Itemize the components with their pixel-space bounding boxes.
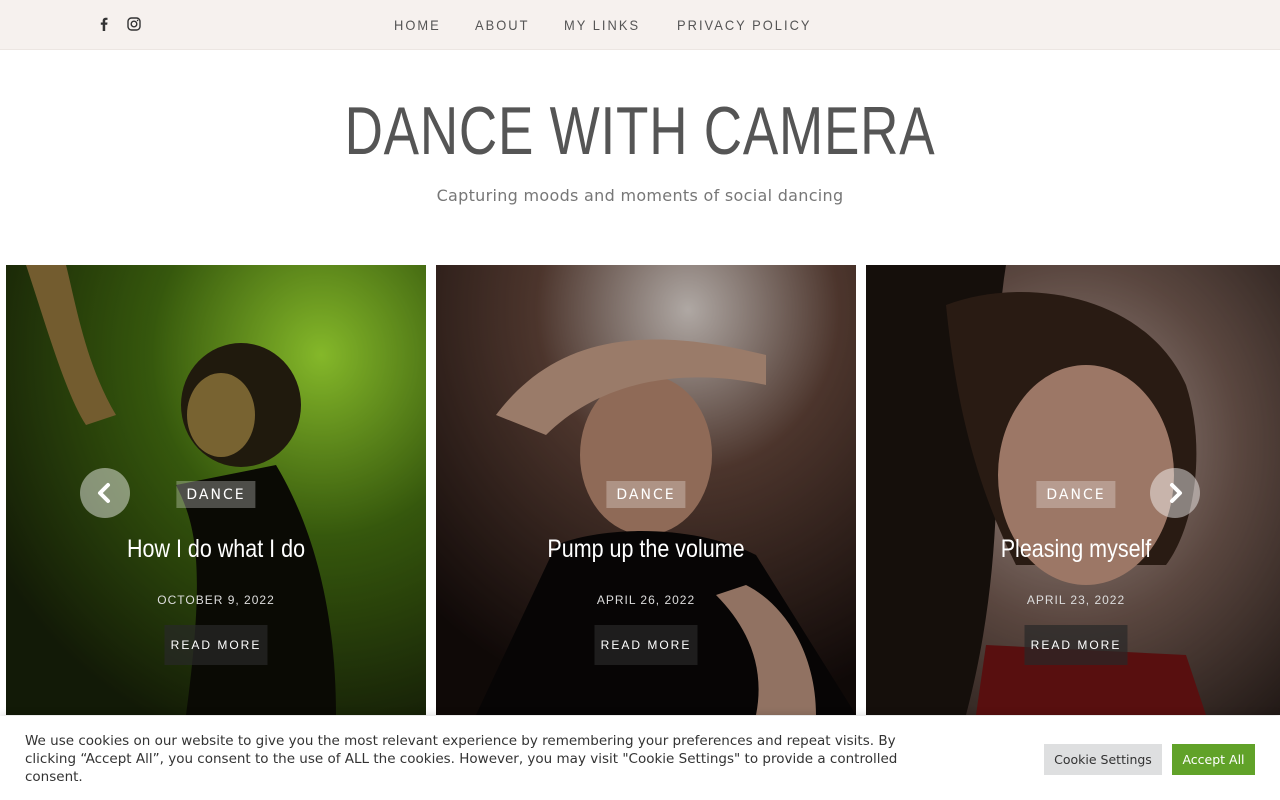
cookie-settings-button[interactable]: Cookie Settings [1044, 744, 1162, 775]
facebook-icon[interactable] [96, 16, 112, 32]
chevron-right-icon [1170, 483, 1182, 503]
cookie-consent-bar: We use cookies on our website to give yo… [0, 716, 1280, 800]
chevron-left-icon [98, 483, 110, 503]
top-bar: HOME ABOUT MY LINKS PRIVACY POLICY [0, 0, 1280, 50]
site-tagline: Capturing moods and moments of social da… [436, 186, 844, 205]
read-more-button[interactable]: READ MORE [164, 625, 268, 665]
social-links [96, 16, 142, 32]
accept-all-button[interactable]: Accept All [1172, 744, 1255, 775]
slide-card[interactable]: DANCE How I do what I do OCTOBER 9, 2022… [6, 265, 426, 715]
slide-date: OCTOBER 9, 2022 [157, 593, 275, 607]
nav-item-home[interactable]: HOME [394, 17, 441, 33]
nav-item-my-links[interactable]: MY LINKS [564, 17, 640, 33]
slide-title[interactable]: Pleasing myself [895, 535, 1256, 564]
slide-title[interactable]: Pump up the volume [465, 535, 826, 564]
read-more-button[interactable]: READ MORE [594, 625, 698, 665]
slide-date: APRIL 26, 2022 [596, 593, 696, 607]
read-more-button[interactable]: READ MORE [1024, 625, 1128, 665]
slide-category-badge[interactable]: DANCE [1036, 481, 1116, 508]
slide-category-badge[interactable]: DANCE [606, 481, 686, 508]
slider-prev-button[interactable] [80, 468, 130, 518]
slide-title[interactable]: How I do what I do [35, 535, 396, 564]
instagram-icon[interactable] [126, 16, 142, 32]
slide-card[interactable]: DANCE Pump up the volume APRIL 26, 2022 … [436, 265, 856, 715]
site-title[interactable]: DANCE WITH CAMERA [141, 92, 1139, 170]
nav-item-about[interactable]: ABOUT [475, 17, 529, 33]
nav-item-privacy-policy[interactable]: PRIVACY POLICY [677, 17, 812, 33]
main-nav: HOME ABOUT MY LINKS PRIVACY POLICY [394, 0, 823, 49]
slide-card[interactable]: DANCE Pleasing myself APRIL 23, 2022 REA… [866, 265, 1280, 715]
slide-date: APRIL 23, 2022 [1026, 593, 1126, 607]
slider-next-button[interactable] [1150, 468, 1200, 518]
cookie-message: We use cookies on our website to give yo… [25, 733, 898, 785]
slide-category-badge[interactable]: DANCE [176, 481, 256, 508]
